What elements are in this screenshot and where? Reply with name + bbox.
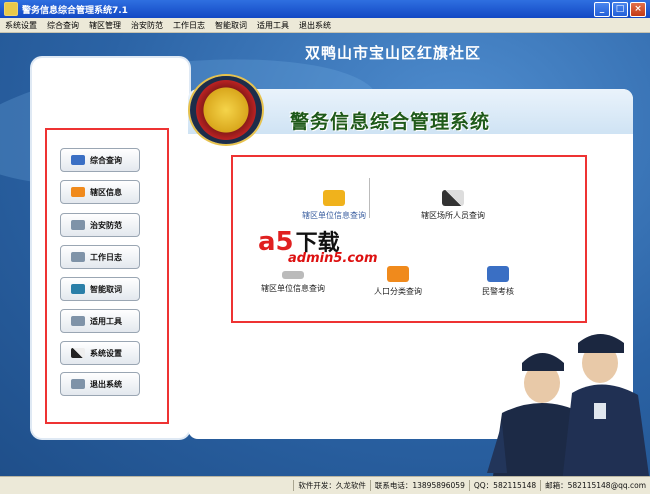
unit-icon: [282, 271, 304, 279]
rss-icon: [71, 187, 85, 197]
watermark-site: admin5.com: [288, 251, 378, 266]
log-icon: [71, 252, 85, 262]
sidebar-item-label: 智能取词: [90, 284, 122, 294]
sidebar-item-label: 治安防范: [90, 220, 122, 230]
exit-icon: [71, 379, 85, 389]
item-label: 人口分类查询: [374, 287, 422, 296]
status-email: 邮箱：582115148@qq.com: [540, 480, 650, 491]
community-title: 双鸭山市宝山区红旗社区: [305, 44, 482, 62]
sidebar-item-label: 系统设置: [90, 348, 122, 358]
venue-icon: [442, 190, 464, 206]
assessment-icon: [487, 266, 509, 282]
sidebar-item-label: 综合查询: [90, 155, 122, 165]
menu-smart-word[interactable]: 智能取词: [210, 20, 252, 31]
sidebar-item-label: 适用工具: [90, 316, 122, 326]
sidebar-item-label: 工作日志: [90, 252, 122, 262]
sidebar-item-general-query[interactable]: 综合查询: [60, 148, 140, 172]
sidebar-item-security[interactable]: 治安防范: [60, 213, 140, 237]
item-label: 辖区单位信息查询: [302, 211, 366, 220]
settings-icon: [71, 348, 85, 358]
window-title: 警务信息综合管理系统7.1: [22, 5, 128, 16]
sidebar-item-label: 退出系统: [90, 379, 122, 389]
sidebar-item-label: 辖区信息: [90, 187, 122, 197]
sidebar-item-system-settings[interactable]: 系统设置: [60, 341, 140, 365]
status-bar: 软件开发：久龙软件 联系电话：13895896059 QQ：582115148 …: [0, 476, 650, 494]
unit-icon: [323, 190, 345, 206]
sidebar-item-smart-word[interactable]: 智能取词: [60, 277, 140, 301]
close-button[interactable]: ×: [630, 2, 646, 17]
item-district-unit-query[interactable]: 辖区单位信息查询: [248, 271, 338, 294]
menu-exit[interactable]: 退出系统: [294, 20, 336, 31]
sidebar-item-tools[interactable]: 适用工具: [60, 309, 140, 333]
watermark: a5下载 admin5.com: [258, 225, 378, 266]
sidebar-item-exit[interactable]: 退出系统: [60, 372, 140, 396]
shield-icon: [71, 220, 85, 230]
item-label: 民警考核: [482, 287, 514, 296]
minimize-button[interactable]: _: [594, 2, 610, 17]
tools-icon: [71, 316, 85, 326]
status-developer: 软件开发：久龙软件: [293, 480, 370, 491]
word-icon: [71, 284, 85, 294]
police-officers-image: [487, 334, 650, 483]
item-population-query[interactable]: 人口分类查询: [363, 266, 433, 297]
item-label: 辖区单位信息查询: [261, 284, 325, 293]
menu-work-log[interactable]: 工作日志: [168, 20, 210, 31]
query-icon: [71, 155, 85, 165]
menu-security[interactable]: 治安防范: [126, 20, 168, 31]
title-bar: 警务信息综合管理系统7.1 _ □ ×: [0, 0, 650, 18]
menu-general-query[interactable]: 综合查询: [42, 20, 84, 31]
menu-system-settings[interactable]: 系统设置: [0, 20, 42, 31]
maximize-button[interactable]: □: [612, 2, 628, 17]
population-icon: [387, 266, 409, 282]
status-qq: QQ：582115148: [468, 480, 540, 491]
status-phone: 联系电话：13895896059: [369, 480, 469, 491]
item-police-assessment[interactable]: 民警考核: [468, 266, 528, 297]
menu-bar: 系统设置 综合查询 辖区管理 治安防范 工作日志 智能取词 适用工具 退出系统: [0, 18, 650, 33]
menu-tools[interactable]: 适用工具: [252, 20, 294, 31]
sidebar-item-district-info[interactable]: 辖区信息: [60, 180, 140, 204]
item-district-venue-query[interactable]: 辖区场所人员查询: [410, 190, 496, 221]
sidebar-item-work-log[interactable]: 工作日志: [60, 245, 140, 269]
item-label: 辖区场所人员查询: [421, 211, 485, 220]
police-emblem: [190, 76, 262, 144]
item-district-unit-query-top[interactable]: 辖区单位信息查询: [296, 190, 372, 221]
menu-district-management[interactable]: 辖区管理: [84, 20, 126, 31]
app-icon: [4, 2, 18, 16]
system-title: 警务信息综合管理系统: [290, 111, 491, 133]
